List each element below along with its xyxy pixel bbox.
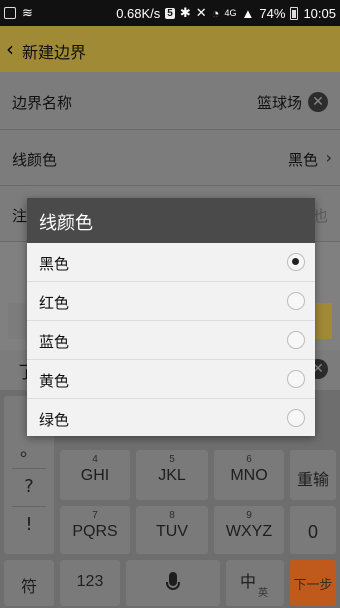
line-color-label: 线颜色 <box>12 151 58 169</box>
symbol-key[interactable]: 符 <box>4 560 54 606</box>
radio-unchecked-icon[interactable] <box>287 370 305 388</box>
line-color-dialog: 线颜色 黑色 红色 蓝色 黄色 绿色 <box>27 198 315 436</box>
network-type: 4G <box>224 8 237 18</box>
key-0[interactable]: 0 <box>290 506 336 554</box>
key-6[interactable]: 6 MNO <box>214 450 284 500</box>
battery-percent: 74% <box>259 5 286 21</box>
space-key[interactable] <box>126 560 220 606</box>
key-8[interactable]: 8 TUV <box>136 506 208 554</box>
color-option-red[interactable]: 红色 <box>27 282 315 321</box>
boundary-name-label: 边界名称 <box>12 94 73 112</box>
color-option-blue[interactable]: 蓝色 <box>27 321 315 360</box>
mute-icon: ✕ <box>195 5 207 20</box>
radio-unchecked-icon[interactable] <box>287 292 305 310</box>
key-9[interactable]: 9 WXYZ <box>214 506 284 554</box>
wifi-icon: ≋ <box>22 5 33 20</box>
image-icon <box>4 7 16 19</box>
app-badge-icon: 5 <box>165 7 175 19</box>
line-color-row[interactable]: 线颜色 黑色 › <box>0 130 340 186</box>
number-key[interactable]: 123 <box>60 560 120 606</box>
network-speed: 0.68K/s <box>116 5 161 21</box>
line-color-value: 黑色 <box>287 151 318 169</box>
symbol-period-key[interactable]: 。 <box>4 436 54 462</box>
reenter-key[interactable]: 重输 <box>290 450 336 500</box>
note-value: 也 <box>312 207 328 225</box>
clock: 10:05 <box>303 5 336 21</box>
dialog-header: 线颜色 <box>27 198 315 243</box>
color-option-black[interactable]: 黑色 <box>27 243 315 282</box>
symbol-question-key[interactable]: ? <box>4 476 54 497</box>
dialog-title: 线颜色 <box>39 213 93 234</box>
key-5[interactable]: 5 JKL <box>136 450 208 500</box>
key-7[interactable]: 7 PQRS <box>60 506 130 554</box>
signal-icon: ▲ <box>241 5 255 21</box>
color-option-green[interactable]: 绿色 <box>27 399 315 438</box>
clear-icon[interactable]: ✕ <box>308 92 328 112</box>
alarm-icon: ◔ <box>211 5 220 21</box>
chevron-right-icon: › <box>325 148 332 167</box>
boundary-name-input[interactable]: 篮球场 <box>257 92 302 113</box>
boundary-name-row[interactable]: 边界名称 篮球场 ✕ <box>0 72 340 130</box>
page-title: 新建边界 <box>22 43 87 62</box>
key-4[interactable]: 4 GHI <box>60 450 130 500</box>
language-switch-key[interactable]: 中 英 <box>226 560 284 606</box>
note-label: 注 <box>12 207 28 225</box>
symbol-exclamation-key[interactable]: ! <box>4 514 54 535</box>
battery-icon <box>290 6 299 20</box>
radio-unchecked-icon[interactable] <box>287 409 305 427</box>
color-option-yellow[interactable]: 黄色 <box>27 360 315 399</box>
app-header: ‹ 新建边界 <box>0 26 340 72</box>
next-step-key[interactable]: 下一步 <box>290 560 336 606</box>
radio-unchecked-icon[interactable] <box>287 331 305 349</box>
radio-checked-icon[interactable] <box>287 253 305 271</box>
bluetooth-icon: ✱ <box>179 5 191 20</box>
status-bar: ≋ 0.68K/s 5 ✱ ✕ ◔ 4G ▲ 74% 10:05 <box>0 0 340 26</box>
